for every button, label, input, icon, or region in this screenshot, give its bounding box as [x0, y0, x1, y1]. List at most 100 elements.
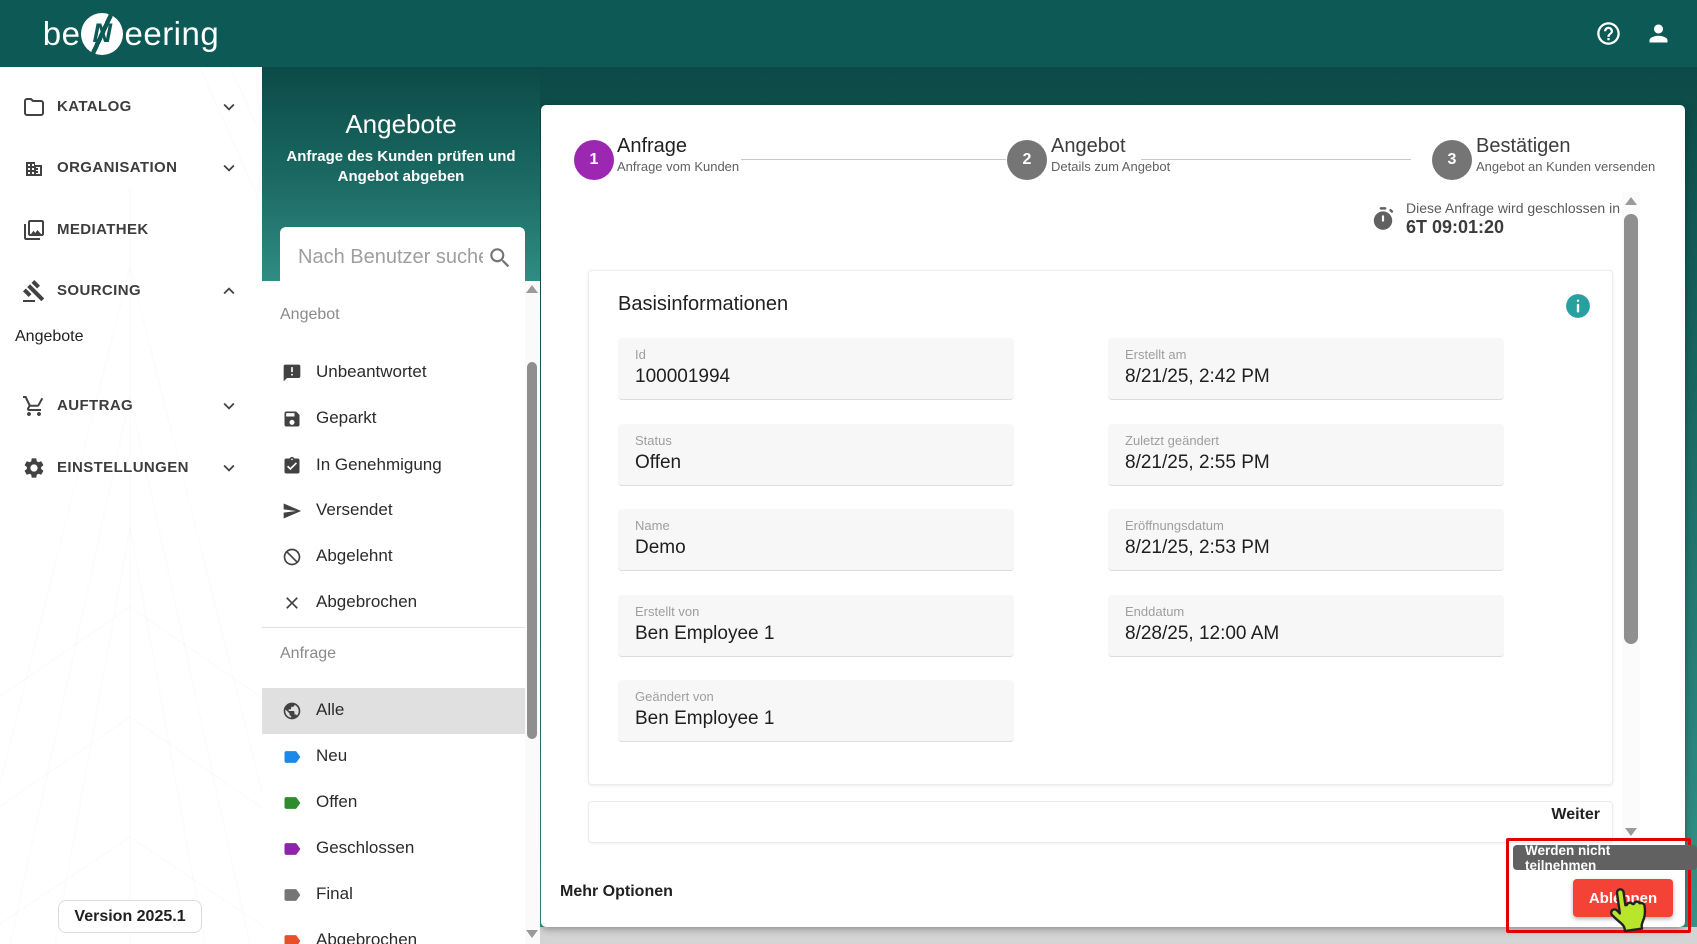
field-zuletzt-geaendert: Zuletzt geändert 8/21/25, 2:55 PM: [1108, 424, 1504, 486]
filter-label: Offen: [316, 792, 357, 812]
approval-clipboard-icon: [282, 456, 302, 476]
chevron-down-icon: [218, 96, 240, 118]
more-options-button[interactable]: Mehr Optionen: [560, 883, 673, 901]
gavel-icon: [22, 279, 46, 303]
filter-geparkt[interactable]: Geparkt: [262, 396, 525, 442]
field-label: Name: [635, 518, 670, 533]
field-enddatum: Enddatum 8/28/25, 12:00 AM: [1108, 595, 1504, 657]
close-x-icon: [282, 593, 302, 613]
filter-label: Versendet: [316, 500, 393, 520]
chevron-down-icon: [218, 157, 240, 179]
offers-panel: Angebote Anfrage des Kunden prüfen und A…: [262, 67, 540, 944]
decline-tooltip: Werden nicht teilnehmen: [1513, 845, 1697, 870]
block-icon: [282, 547, 302, 567]
version-badge: Version 2025.1: [58, 900, 202, 933]
field-label: Geändert von: [635, 689, 714, 704]
filter-in-genehmigung[interactable]: In Genehmigung: [262, 443, 525, 489]
sidebar-item-organisation[interactable]: ORGANISATION: [0, 148, 262, 188]
panel-scrollbar[interactable]: [525, 282, 540, 944]
brand-logo[interactable]: beNeering: [0, 0, 262, 67]
chevron-up-icon: [218, 280, 240, 302]
sidebar-label: KATALOG: [57, 98, 132, 115]
sidebar-label: ORGANISATION: [57, 159, 177, 176]
field-erstellt-von: Erstellt von Ben Employee 1: [618, 595, 1014, 657]
step-subtitle: Details zum Angebot: [1051, 159, 1170, 174]
tag-blue-icon: [282, 747, 302, 767]
chevron-down-icon: [218, 457, 240, 479]
field-label: Eröffnungsdatum: [1125, 518, 1224, 533]
scrollbar-thumb[interactable]: [527, 362, 537, 739]
save-icon: [282, 409, 302, 429]
scrollbar-thumb[interactable]: [1624, 214, 1638, 644]
send-icon: [282, 501, 302, 521]
filter-neu[interactable]: Neu: [262, 734, 525, 780]
section-header-anfrage: Anfrage: [280, 645, 336, 671]
filter-versendet[interactable]: Versendet: [262, 488, 525, 534]
field-label: Enddatum: [1125, 604, 1184, 619]
sidebar-label: EINSTELLUNGEN: [57, 459, 189, 476]
sidebar-subitem-angebote[interactable]: Angebote: [15, 328, 245, 358]
search-icon[interactable]: [487, 245, 513, 271]
user-account-icon[interactable]: [1645, 20, 1672, 47]
tag-orange-icon: [282, 931, 302, 944]
globe-icon: [282, 701, 302, 721]
filter-abgelehnt[interactable]: Abgelehnt: [262, 534, 525, 580]
help-icon[interactable]: [1595, 20, 1622, 47]
step-title: Angebot: [1051, 135, 1170, 158]
step-1-circle[interactable]: 1: [574, 140, 614, 180]
pointer-hand-cursor: [1600, 881, 1654, 935]
field-value: Offen: [635, 452, 681, 474]
field-value: Ben Employee 1: [635, 708, 774, 730]
content-scrollbar[interactable]: [1622, 192, 1640, 844]
search-input[interactable]: [298, 227, 483, 288]
timer-countdown: 6T 09:01:20: [1406, 217, 1620, 238]
sidebar-item-auftrag[interactable]: AUFTRAG: [0, 386, 262, 426]
sidebar-item-katalog[interactable]: KATALOG: [0, 87, 262, 127]
sidebar-item-einstellungen[interactable]: EINSTELLUNGEN: [0, 448, 262, 488]
step-3-circle[interactable]: 3: [1432, 140, 1472, 180]
filter-final[interactable]: Final: [262, 872, 525, 918]
step-connector: [741, 159, 1006, 160]
filter-abgebrochen-anfrage[interactable]: Abgebrochen: [262, 918, 525, 944]
filter-label: Neu: [316, 746, 347, 766]
scroll-up-arrow[interactable]: [526, 285, 538, 293]
filter-label: Abgebrochen: [316, 930, 417, 944]
logo-text-suffix: eering: [124, 15, 219, 53]
filter-label: In Genehmigung: [316, 455, 442, 475]
card-title: Basisinformationen: [618, 293, 788, 316]
filter-label: Geschlossen: [316, 838, 414, 858]
scroll-down-arrow[interactable]: [526, 930, 538, 938]
basis-info-card: Basisinformationen Id 100001994 Status O…: [588, 270, 1613, 785]
field-eroeffnungsdatum: Eröffnungsdatum 8/21/25, 2:53 PM: [1108, 509, 1504, 571]
field-name: Name Demo: [618, 509, 1014, 571]
step-3[interactable]: Bestätigen Angebot an Kunden versenden: [1476, 135, 1655, 174]
tag-green-icon: [282, 793, 302, 813]
step-2-circle[interactable]: 2: [1007, 140, 1047, 180]
sidebar-item-sourcing[interactable]: SOURCING: [0, 271, 262, 311]
next-button[interactable]: Weiter: [1551, 806, 1600, 824]
stopwatch-icon: [1370, 206, 1396, 232]
filter-abgebrochen[interactable]: Abgebrochen: [262, 580, 525, 626]
user-search: [280, 227, 525, 288]
field-value: 8/21/25, 2:53 PM: [1125, 537, 1270, 559]
filter-offen[interactable]: Offen: [262, 780, 525, 826]
field-id: Id 100001994: [618, 338, 1014, 400]
scroll-up-arrow[interactable]: [1625, 197, 1637, 205]
building-icon: [22, 156, 46, 180]
offers-panel-header: Angebote Anfrage des Kunden prüfen und A…: [262, 67, 540, 281]
scroll-down-arrow[interactable]: [1625, 828, 1637, 836]
filter-alle[interactable]: Alle: [262, 688, 525, 734]
step-1[interactable]: Anfrage Anfrage vom Kunden: [617, 135, 739, 174]
top-bar: beNeering: [0, 0, 1697, 67]
panel-subtitle: Anfrage des Kunden prüfen und Angebot ab…: [282, 147, 520, 187]
sidebar-item-mediathek[interactable]: MEDIATHEK: [0, 210, 262, 250]
field-label: Erstellt von: [635, 604, 699, 619]
main-sidebar: KATALOG ORGANISATION MEDIATHEK SOURCING …: [0, 67, 262, 944]
filter-geschlossen[interactable]: Geschlossen: [262, 826, 525, 872]
info-icon[interactable]: [1565, 293, 1591, 319]
next-section-card: [588, 801, 1613, 843]
step-2[interactable]: Angebot Details zum Angebot: [1051, 135, 1170, 174]
logo-n-icon: N: [81, 13, 123, 55]
field-label: Id: [635, 347, 646, 362]
filter-unbeantwortet[interactable]: Unbeantwortet: [262, 350, 525, 396]
